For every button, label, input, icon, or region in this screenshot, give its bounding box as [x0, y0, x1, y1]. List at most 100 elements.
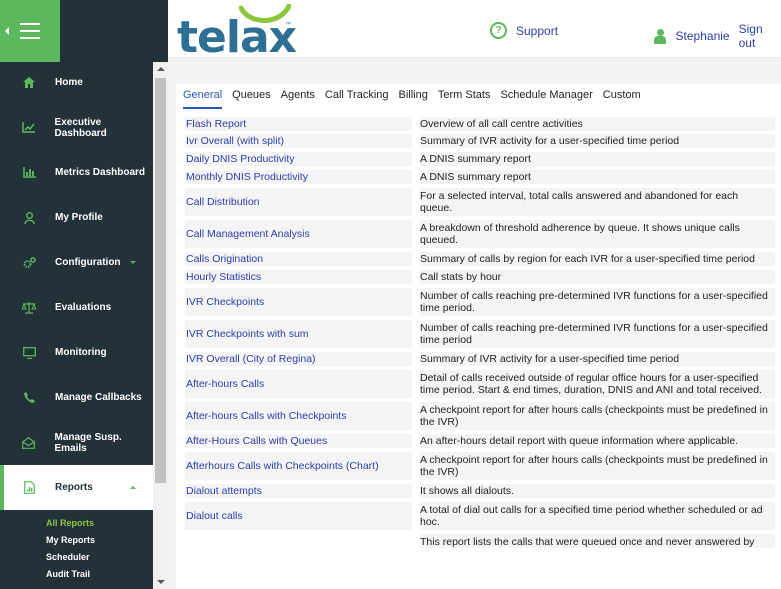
logo-wordmark: telax — [177, 12, 297, 63]
sidebar-item-label: Evaluations — [55, 302, 112, 313]
monitor-icon — [22, 346, 36, 360]
sidebar-item-metrics-dashboard[interactable]: Metrics Dashboard — [0, 150, 153, 195]
report-description: Summary of IVR activity for a user-speci… — [420, 352, 775, 366]
report-description: A checkpoint report for after hours call… — [420, 402, 775, 430]
tab-call-tracking[interactable]: Call Tracking — [325, 89, 389, 109]
sidebar-item-label: Home — [55, 77, 83, 88]
reports-panel: General Queues Agents Call Tracking Bill… — [176, 84, 781, 589]
tab-general[interactable]: General — [183, 89, 223, 109]
list-item: Afterhours Calls with Checkpoints (Chart… — [185, 452, 775, 480]
sidebar-item-label: Configuration — [55, 257, 121, 268]
sidebar: Home Executive Dashboard Metrics Dashboa… — [0, 0, 168, 589]
report-description: A checkpoint report for after hours call… — [420, 452, 775, 480]
submenu-item-audit-trail[interactable]: Audit Trail — [0, 566, 153, 583]
telax-logo: telax ™ — [177, 4, 297, 63]
report-description: A breakdown of threshold adherence by qu… — [420, 220, 775, 248]
report-description: A total of dial out calls for a specifie… — [420, 502, 775, 530]
list-item: Hourly Statistics Call stats by hour — [185, 270, 775, 284]
sidebar-scrollbar[interactable] — [153, 62, 168, 589]
scroll-down-arrow-icon[interactable] — [157, 580, 165, 584]
report-description: Summary of IVR activity for a user-speci… — [420, 134, 775, 148]
report-link[interactable]: After-hours Calls with Checkpoints — [185, 402, 412, 430]
list-item: Daily DNIS Productivity A DNIS summary r… — [185, 152, 775, 166]
list-item: Monthly DNIS Productivity A DNIS summary… — [185, 170, 775, 184]
list-item: Dialout calls A total of dial out calls … — [185, 502, 775, 530]
submenu-item-my-reports[interactable]: My Reports — [0, 532, 153, 549]
report-link[interactable]: Call Distribution — [185, 188, 412, 216]
report-link[interactable]: Call Management Analysis — [185, 220, 412, 248]
sidebar-item-manage-callbacks[interactable]: Manage Callbacks — [0, 375, 153, 420]
report-link[interactable]: Dialout calls — [185, 502, 412, 530]
menu-toggle-button[interactable] — [0, 0, 60, 62]
tab-term-stats[interactable]: Term Stats — [438, 89, 491, 109]
sign-out-link[interactable]: Sign out — [739, 22, 781, 50]
report-description: It shows all dialouts. — [420, 484, 775, 498]
list-item: After-hours Calls with Checkpoints A che… — [185, 402, 775, 430]
sidebar-nav: Home Executive Dashboard Metrics Dashboa… — [0, 60, 153, 510]
report-link[interactable]: Daily DNIS Productivity — [185, 152, 412, 166]
report-link[interactable]: Ivr Overall (with split) — [185, 134, 412, 148]
report-link[interactable]: Hourly Statistics — [185, 270, 412, 284]
list-item: Dialout attempts It shows all dialouts. — [185, 484, 775, 498]
tab-queues[interactable]: Queues — [232, 89, 271, 109]
report-link[interactable]: After-Hours Calls with Queues — [185, 434, 412, 448]
report-description: Number of calls reaching pre-determined … — [420, 320, 775, 348]
list-item: Calls Origination Summary of calls by re… — [185, 252, 775, 266]
sidebar-item-monitoring[interactable]: Monitoring — [0, 330, 153, 375]
balance-scale-icon — [22, 301, 36, 315]
chevron-up-icon — [130, 486, 136, 489]
support-link[interactable]: ? Support — [490, 22, 558, 39]
report-description: Overview of all call centre activities — [420, 117, 775, 131]
report-link[interactable]: Dialout attempts — [185, 484, 412, 498]
tab-agents[interactable]: Agents — [281, 89, 315, 109]
reports-submenu: All Reports My Reports Scheduler Audit T… — [0, 515, 153, 583]
list-item: IVR Checkpoints with sum Number of calls… — [185, 320, 775, 348]
sidebar-item-configuration[interactable]: Configuration — [0, 240, 153, 285]
reports-list: Flash Report Overview of all call centre… — [185, 117, 775, 562]
envelope-open-icon — [22, 436, 36, 450]
sidebar-item-label: Manage Susp. Emails — [54, 431, 122, 454]
report-tabs: General Queues Agents Call Tracking Bill… — [183, 89, 651, 109]
logo-trademark: ™ — [285, 22, 291, 28]
report-description: A DNIS summary report — [420, 170, 775, 184]
help-icon: ? — [490, 22, 507, 39]
report-link[interactable]: After-hours Calls — [185, 370, 412, 398]
hamburger-icon — [20, 23, 40, 39]
report-link[interactable]: Flash Report — [185, 117, 412, 131]
home-icon — [22, 76, 36, 90]
gears-icon — [22, 256, 36, 270]
report-link[interactable]: Calls Origination — [185, 252, 412, 266]
report-link[interactable]: IVR Checkpoints — [185, 288, 412, 316]
list-item: Call Management Analysis A breakdown of … — [185, 220, 775, 248]
sidebar-item-home[interactable]: Home — [0, 60, 153, 105]
submenu-item-scheduler[interactable]: Scheduler — [0, 549, 153, 566]
scroll-up-arrow-icon[interactable] — [157, 67, 165, 71]
sidebar-item-my-profile[interactable]: My Profile — [0, 195, 153, 240]
top-header: telax ™ ? Support Stephanie Sign out — [168, 0, 781, 63]
report-link[interactable]: IVR Checkpoints with sum — [185, 320, 412, 348]
sidebar-item-label: Metrics Dashboard — [55, 167, 146, 178]
user-avatar-icon — [654, 28, 666, 44]
sidebar-item-executive-dashboard[interactable]: Executive Dashboard — [0, 105, 153, 150]
sidebar-item-evaluations[interactable]: Evaluations — [0, 285, 153, 330]
report-link[interactable]: IVR Overall (City of Regina) — [185, 352, 412, 366]
phone-icon — [22, 391, 36, 405]
sidebar-item-manage-susp-emails[interactable]: Manage Susp. Emails — [0, 420, 153, 465]
report-description: An after-hours detail report with queue … — [420, 434, 775, 448]
report-description: Call stats by hour — [420, 270, 775, 284]
main-content: General Queues Agents Call Tracking Bill… — [168, 58, 781, 589]
sidebar-item-reports[interactable]: Reports — [0, 465, 153, 510]
user-area: Stephanie Sign out — [654, 22, 781, 50]
tab-billing[interactable]: Billing — [399, 89, 428, 109]
tab-schedule-manager[interactable]: Schedule Manager — [500, 89, 592, 109]
report-file-icon — [22, 481, 36, 495]
support-label: Support — [516, 23, 559, 38]
report-link[interactable]: Afterhours Calls with Checkpoints (Chart… — [185, 452, 412, 480]
list-item: After-hours Calls Detail of calls receiv… — [185, 370, 775, 398]
tab-custom[interactable]: Custom — [603, 89, 641, 109]
submenu-item-all-reports[interactable]: All Reports — [0, 515, 153, 532]
report-link[interactable]: Monthly DNIS Productivity — [185, 170, 412, 184]
scrollbar-thumb[interactable] — [155, 78, 166, 483]
list-item: Flash Report Overview of all call centre… — [185, 117, 775, 131]
report-description: For a selected interval, total calls ans… — [420, 188, 775, 216]
